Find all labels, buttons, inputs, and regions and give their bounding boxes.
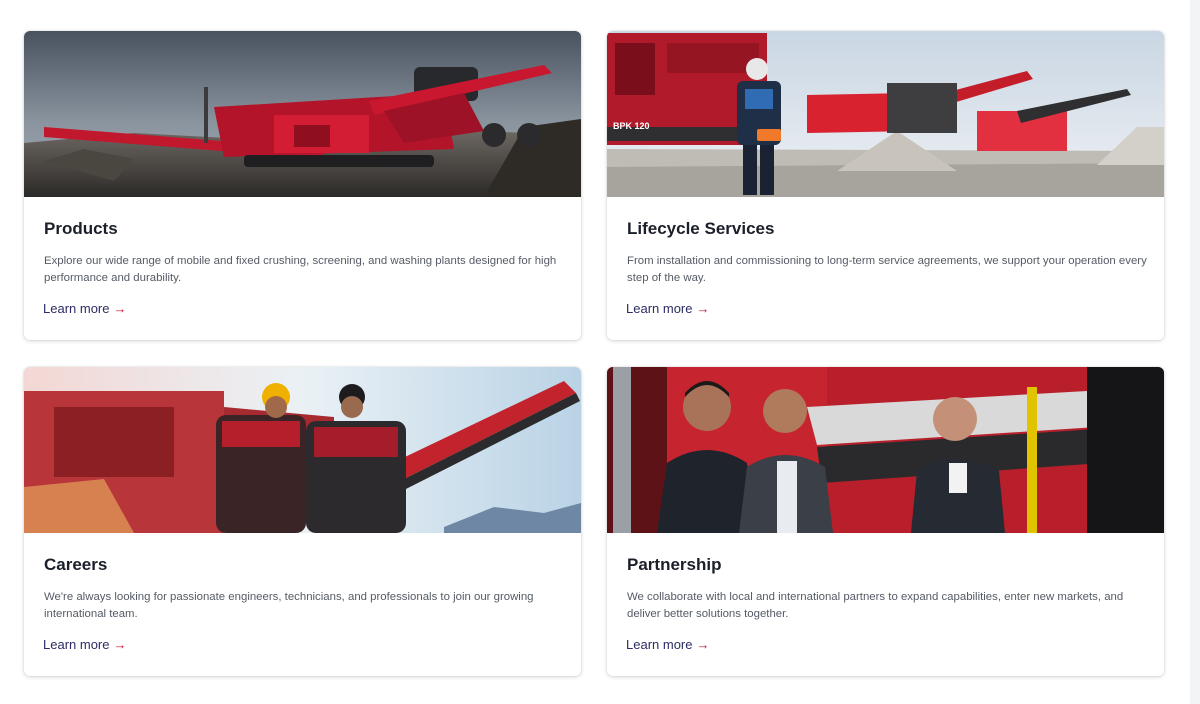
products-image[interactable] [24,31,581,197]
learn-more-label: Learn more [626,301,693,316]
machine-label: BPK 120 [613,121,650,131]
card-description: Explore our wide range of mobile and fix… [44,255,557,284]
lifecycle-services-card: BPK 120 Lifecycle Services From installa… [607,31,1164,340]
mobile-screening-plant-photo [24,31,581,197]
learn-more-link[interactable]: Learn more → [626,301,709,317]
business-partners-photo [607,367,1164,533]
service-technician-site-photo: BPK 120 [607,31,1164,197]
learn-more-link[interactable]: Learn more → [43,301,126,317]
card-description: We collaborate with local and internatio… [627,591,1124,620]
card-title: Careers [44,555,108,574]
arrow-right-icon: → [696,637,710,652]
lifecycle-services-image[interactable]: BPK 120 [607,31,1164,197]
careers-card: Careers We're always looking for passion… [24,367,581,676]
card-title: Lifecycle Services [627,219,775,238]
card-description: We're always looking for passionate engi… [44,591,534,620]
careers-image[interactable] [24,367,581,533]
feature-card-grid: Products Explore our wide range of mobil… [24,31,1164,676]
card-title: Products [44,219,118,238]
learn-more-label: Learn more [626,637,693,652]
card-title: Partnership [627,555,722,574]
partnership-image[interactable] [607,367,1164,533]
card-description: From installation and commissioning to l… [627,255,1147,284]
learn-more-label: Learn more [43,637,110,652]
products-card: Products Explore our wide range of mobil… [24,31,581,340]
learn-more-link[interactable]: Learn more → [43,637,126,653]
partnership-card: Partnership We collaborate with local an… [607,367,1164,676]
arrow-right-icon: → [113,301,127,316]
arrow-right-icon: → [113,637,127,652]
engineers-at-plant-photo [24,367,581,533]
page-edge-strip [1190,0,1200,704]
arrow-right-icon: → [696,301,710,316]
learn-more-label: Learn more [43,301,110,316]
learn-more-link[interactable]: Learn more → [626,637,709,653]
